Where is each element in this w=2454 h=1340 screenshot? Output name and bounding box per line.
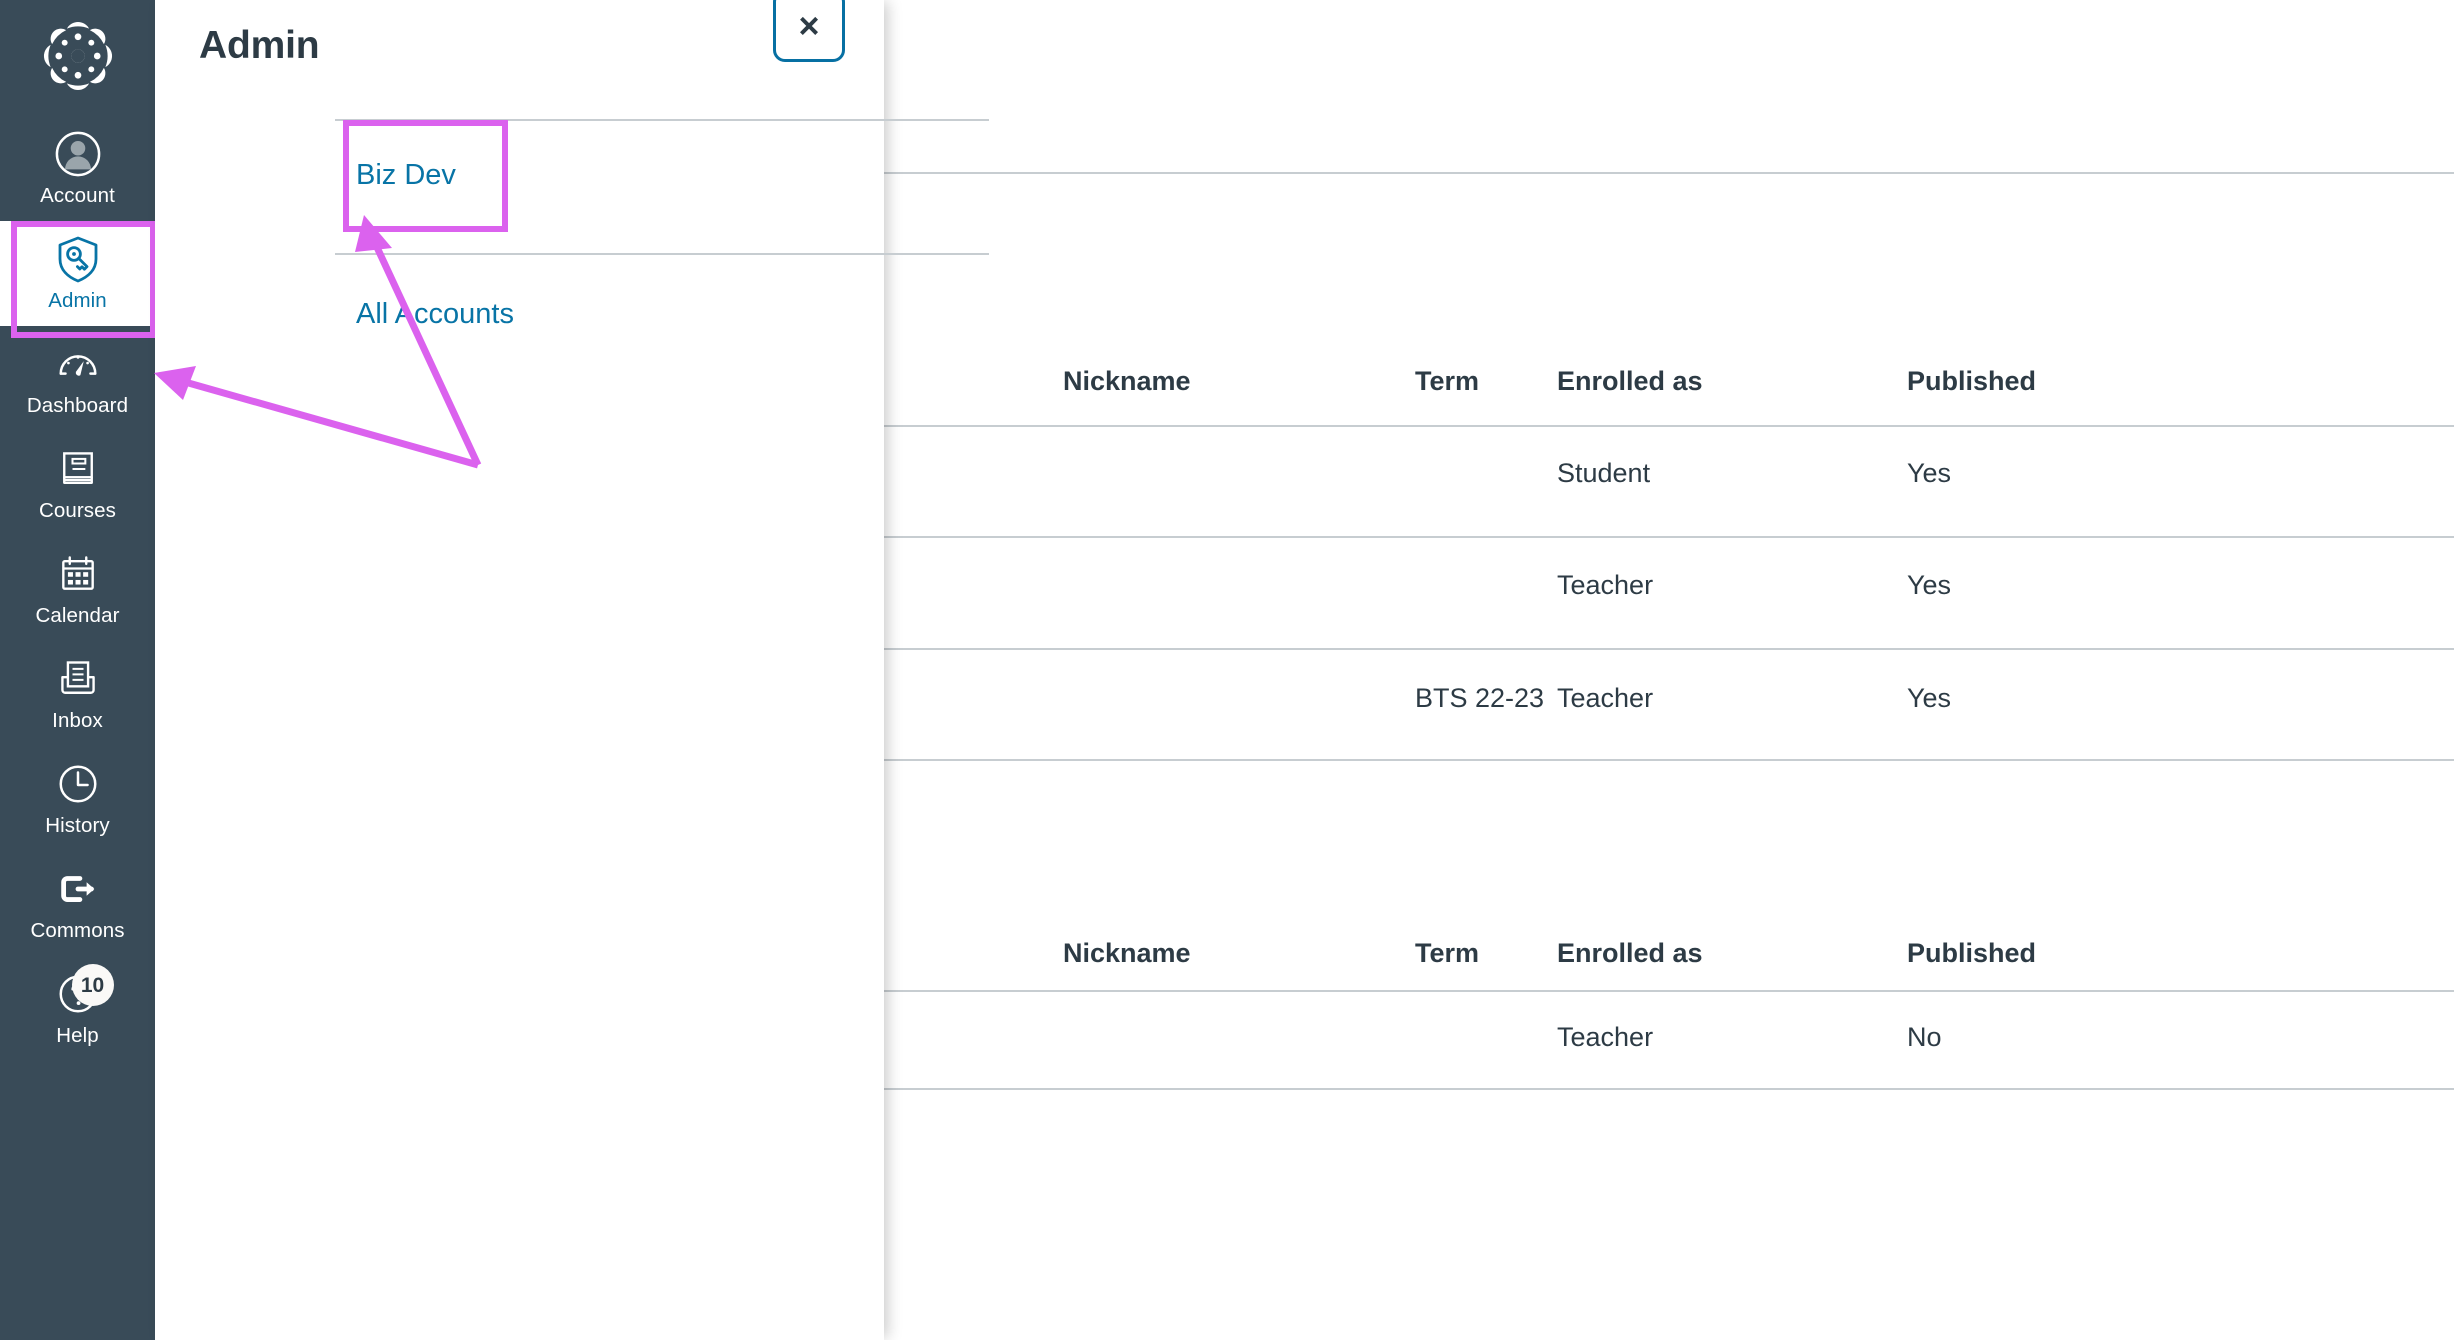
table-header-row: Nickname Term Enrolled as Published: [884, 938, 2454, 984]
course-list-page: Nickname Term Enrolled as Published Stud…: [884, 0, 2454, 1340]
clock-icon: [54, 760, 102, 808]
canvas-logo-icon: [43, 21, 112, 91]
nav-item-inbox[interactable]: Inbox: [0, 641, 155, 746]
cell-enrolled-as: Teacher: [1557, 1022, 1654, 1052]
section-divider: [884, 172, 2454, 174]
nav-label-account: Account: [40, 184, 115, 207]
shield-key-icon: [54, 235, 102, 283]
help-badge-count: 10: [71, 964, 114, 1006]
tray-divider-bottom: [335, 253, 989, 255]
nav-item-courses[interactable]: Courses: [0, 431, 155, 536]
table-header-underline: [884, 990, 2454, 992]
column-header-published: Published: [1907, 938, 2037, 968]
column-header-term: Term: [1415, 938, 1480, 968]
nav-label-help: Help: [56, 1024, 99, 1047]
close-x-icon: ×: [798, 5, 820, 46]
global-navigation: Account Admin Dashboard Courses Calendar…: [0, 0, 155, 1340]
column-header-term: Term: [1415, 366, 1480, 396]
nav-label-inbox: Inbox: [52, 709, 103, 732]
table-row[interactable]: BTS 22-23 Teacher Yes: [884, 683, 2454, 723]
row-divider: [884, 759, 2454, 761]
table-row[interactable]: Teacher No: [884, 1022, 2454, 1062]
calendar-icon: [54, 550, 102, 598]
column-header-nickname: Nickname: [1063, 938, 1191, 968]
table-row[interactable]: Teacher Yes: [884, 570, 2454, 610]
table-header-underline: [884, 425, 2454, 427]
book-icon: [54, 445, 102, 493]
admin-tray: Admin × Biz Dev All Accounts: [155, 0, 989, 1340]
cell-term: BTS 22-23: [1415, 683, 1545, 713]
cell-enrolled-as: Student: [1557, 458, 1651, 488]
tray-divider-top: [335, 119, 989, 121]
nav-label-admin: Admin: [48, 289, 107, 312]
close-tray-button[interactable]: ×: [773, 0, 845, 62]
arrow-out-icon: [54, 865, 102, 913]
tray-link-all-accounts[interactable]: All Accounts: [356, 296, 514, 332]
nav-item-dashboard[interactable]: Dashboard: [0, 326, 155, 431]
nav-label-courses: Courses: [38, 499, 117, 522]
table-row[interactable]: Student Yes: [884, 458, 2454, 498]
nav-label-history: History: [45, 814, 110, 837]
nav-item-admin[interactable]: Admin: [0, 221, 155, 338]
nav-label-calendar: Calendar: [35, 604, 120, 627]
canvas-logo[interactable]: [0, 0, 155, 112]
cell-published: Yes: [1907, 683, 1952, 713]
nav-item-account[interactable]: Account: [0, 116, 155, 221]
inbox-tray-icon: [54, 655, 102, 703]
tray-link-biz-dev[interactable]: Biz Dev: [356, 157, 456, 193]
cell-published: No: [1907, 1022, 1942, 1052]
nav-label-commons: Commons: [30, 919, 125, 942]
question-mark-icon: 10: [54, 964, 114, 1018]
user-avatar-icon: [54, 130, 102, 178]
table-header-row: Nickname Term Enrolled as Published: [884, 366, 2454, 412]
nav-item-history[interactable]: History: [0, 746, 155, 851]
column-header-enrolled-as: Enrolled as: [1557, 366, 1703, 396]
nav-item-calendar[interactable]: Calendar: [0, 536, 155, 641]
speedometer-icon: [54, 340, 102, 388]
column-header-published: Published: [1907, 366, 2037, 396]
column-header-enrolled-as: Enrolled as: [1557, 938, 1703, 968]
row-divider: [884, 536, 2454, 538]
row-divider: [884, 1088, 2454, 1090]
cell-published: Yes: [1907, 570, 1952, 600]
cell-enrolled-as: Teacher: [1557, 570, 1654, 600]
cell-enrolled-as: Teacher: [1557, 683, 1654, 713]
nav-label-dashboard: Dashboard: [26, 394, 129, 417]
tray-title: Admin: [199, 24, 320, 67]
cell-published: Yes: [1907, 458, 1952, 488]
row-divider: [884, 648, 2454, 650]
nav-item-commons[interactable]: Commons: [0, 851, 155, 956]
column-header-nickname: Nickname: [1063, 366, 1191, 396]
nav-item-help[interactable]: 10 Help: [0, 956, 155, 1061]
